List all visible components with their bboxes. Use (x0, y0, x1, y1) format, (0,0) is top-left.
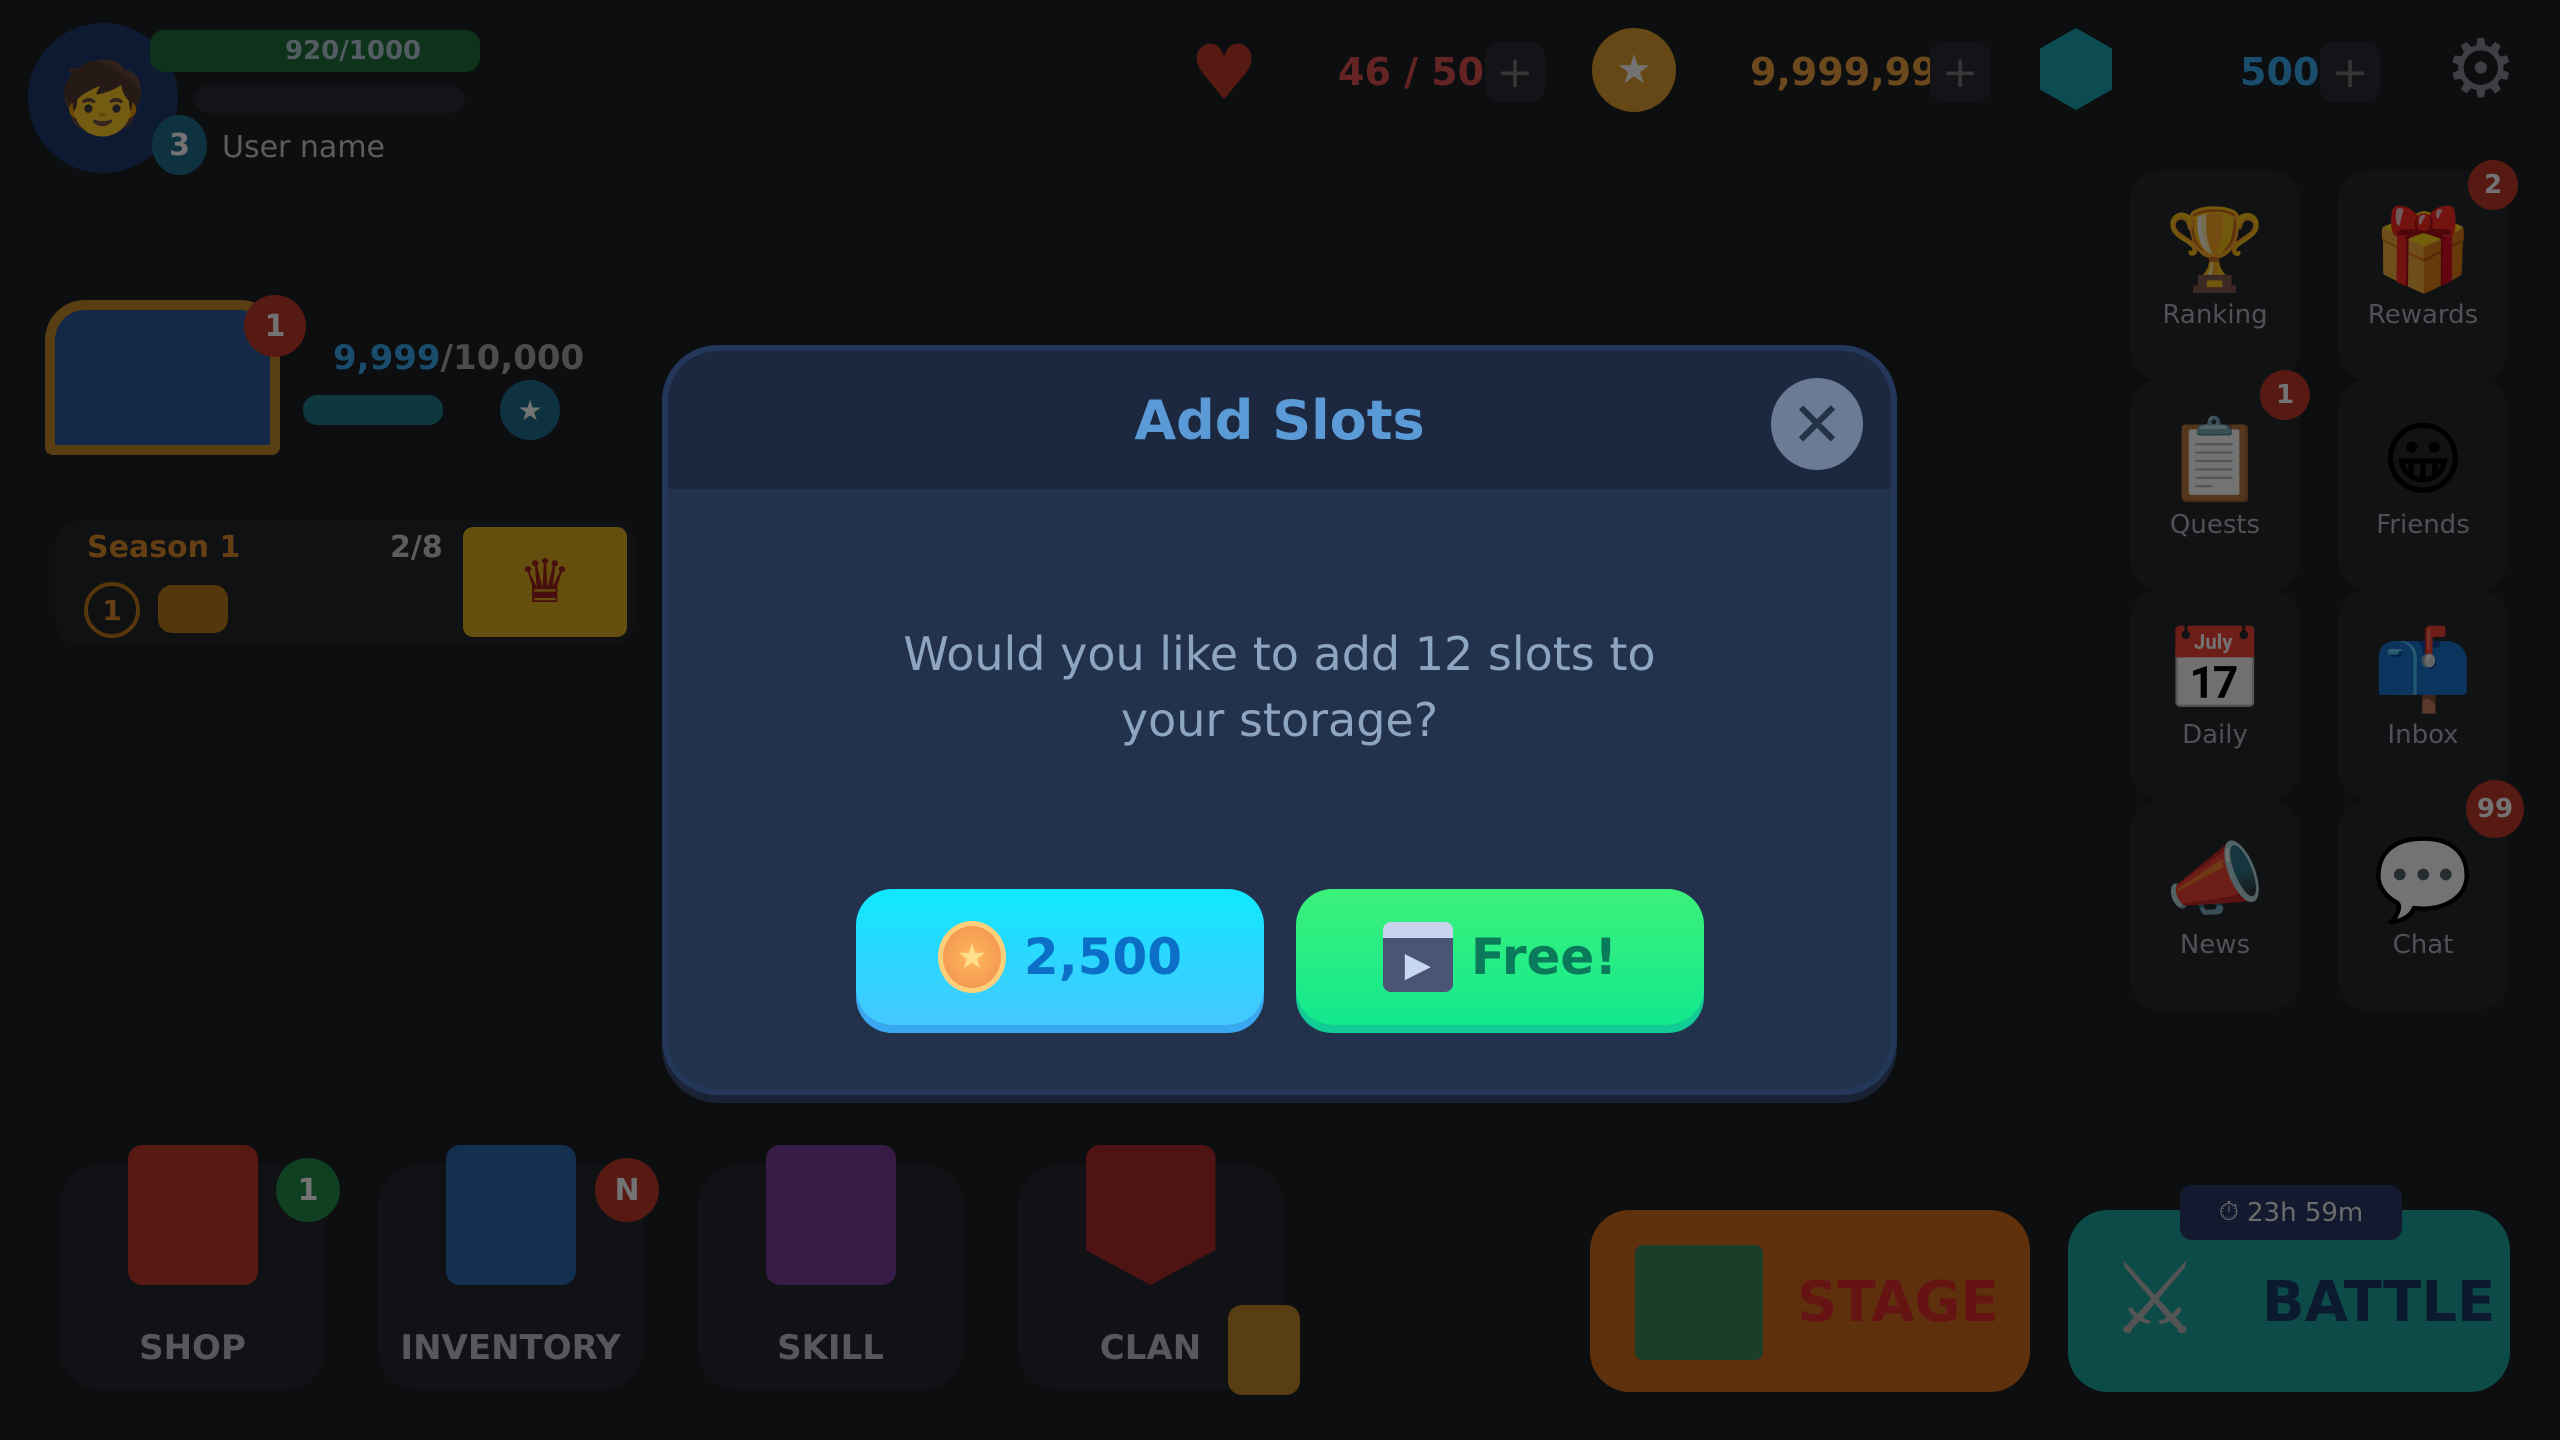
star-icon: ★ (500, 380, 560, 440)
megaphone-icon: 📣 (2165, 833, 2265, 926)
season-title: Season 1 (87, 530, 241, 565)
heart-icon: ♥ (1190, 28, 1259, 117)
season-progress: 2/8 (390, 530, 443, 565)
battle-label: BATTLE (2262, 1270, 2496, 1335)
energy-bar (195, 85, 465, 113)
rewards-badge: 2 (2468, 160, 2518, 210)
add-hearts-button[interactable]: + (1485, 42, 1545, 102)
timer-text: 23h 59m (2247, 1197, 2364, 1228)
xp-text: 920/1000 (285, 36, 422, 66)
side-item-label: Chat (2392, 930, 2454, 960)
coin-icon: ★ (937, 921, 1006, 993)
inventory-badge: N (595, 1158, 659, 1222)
mailbox-icon: 📫 (2373, 623, 2473, 716)
quests-badge: 1 (2260, 370, 2310, 420)
skill-book-icon (765, 1145, 896, 1285)
podium-icon: 🏆 (2165, 203, 2265, 296)
side-item-label: Ranking (2162, 300, 2268, 330)
close-icon: ✕ (1791, 387, 1843, 461)
message-line: Would you like to add 12 slots to (903, 627, 1656, 681)
side-item-daily[interactable]: 📅 Daily (2130, 590, 2300, 800)
lock-icon (1228, 1305, 1300, 1395)
nav-label: SHOP (139, 1328, 246, 1368)
price-label: 2,500 (1023, 928, 1183, 986)
stage-label: STAGE (1797, 1270, 1999, 1335)
nav-label: SKILL (777, 1328, 884, 1368)
dialog-title: Add Slots (1134, 389, 1425, 452)
side-item-inbox[interactable]: 📫 Inbox (2338, 590, 2508, 800)
map-icon (1635, 1245, 1763, 1360)
chest-progress-total: /10,000 (440, 338, 585, 378)
clipboard-icon: 📋 (2165, 413, 2265, 506)
nav-label: INVENTORY (400, 1328, 621, 1368)
chest-progress-current: 9,999 (333, 338, 441, 378)
dialog-message: Would you like to add 12 slots to your st… (668, 621, 1891, 753)
username: User name (222, 130, 385, 165)
level-badge: 3 (152, 115, 207, 175)
side-item-label: Quests (2169, 510, 2261, 540)
season-progress-bar (158, 585, 228, 633)
chest-badge: 1 (244, 295, 306, 357)
side-item-news[interactable]: 📣 News (2130, 800, 2300, 1010)
chest-progress-bar (303, 395, 443, 425)
side-item-label: Friends (2376, 510, 2470, 540)
battle-timer: ⏱ 23h 59m (2180, 1185, 2402, 1240)
side-item-friends[interactable]: 😀 Friends (2338, 380, 2508, 590)
add-coins-button[interactable]: + (1930, 42, 1990, 102)
side-item-label: Inbox (2387, 720, 2459, 750)
watch-ad-free-button[interactable]: ▶ Free! (1296, 889, 1704, 1025)
chat-badge: 99 (2466, 780, 2524, 838)
gear-icon[interactable]: ⚙ (2445, 22, 2517, 115)
clan-banner-icon (1085, 1145, 1216, 1285)
gift-icon: 🎁 (2373, 203, 2473, 296)
coin-icon: ★ (1592, 28, 1676, 112)
hearts-count: 46 / 50 (1338, 50, 1485, 94)
side-item-label: Daily (2182, 720, 2248, 750)
add-gems-button[interactable]: + (2320, 42, 2380, 102)
side-item-label: Rewards (2367, 300, 2479, 330)
buy-with-coins-button[interactable]: ★ 2,500 (856, 889, 1264, 1025)
calendar-icon: 📅 (2165, 623, 2265, 716)
chest-progress: 9,999/10,000 (333, 338, 584, 378)
gem-icon (2040, 28, 2112, 110)
backpack-icon (445, 1145, 576, 1285)
chat-icon: 💬 (2373, 833, 2473, 926)
friends-icon: 😀 (2381, 413, 2465, 506)
close-button[interactable]: ✕ (1771, 378, 1863, 470)
clapperboard-icon: ▶ (1382, 922, 1453, 992)
swords-icon: ⚔ (2110, 1240, 2200, 1357)
gems-count: 500 (2240, 50, 2320, 94)
message-line: your storage? (1120, 693, 1439, 747)
stopwatch-icon: ⏱ (2218, 1197, 2240, 1227)
shop-icon (127, 1145, 258, 1285)
season-level: 1 (84, 582, 140, 638)
side-item-label: News (2179, 930, 2251, 960)
free-label: Free! (1470, 928, 1618, 986)
side-item-ranking[interactable]: 🏆 Ranking (2130, 170, 2300, 380)
shop-badge: 1 (276, 1158, 340, 1222)
add-slots-dialog: Add Slots ✕ Would you like to add 12 slo… (662, 345, 1897, 1095)
season-pass-ticket[interactable]: ♛ (463, 527, 627, 637)
nav-skill[interactable]: SKILL (698, 1145, 963, 1390)
